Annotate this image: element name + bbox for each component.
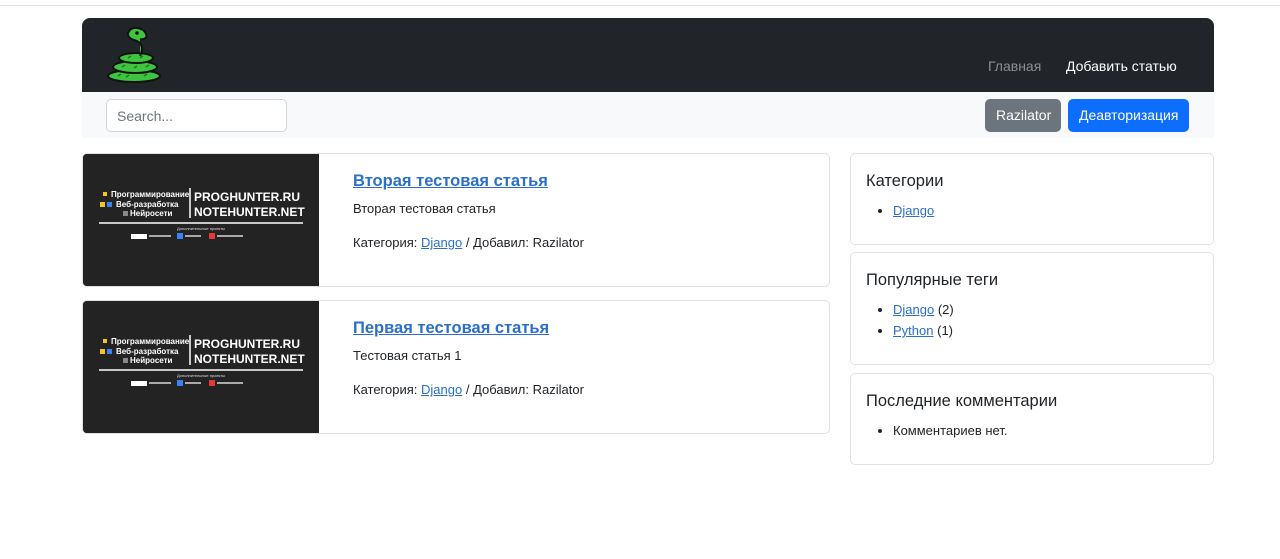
sidebar-popular-tags: Популярные теги Django (2) Python (1) xyxy=(850,252,1214,365)
categories-list: Django xyxy=(893,200,934,221)
article-author: Razilator xyxy=(532,235,584,250)
user-profile-button[interactable]: Razilator xyxy=(985,99,1061,132)
browser-top-strip xyxy=(0,0,1280,6)
thumb-site2: NOTEHUNTER.NET xyxy=(194,352,305,366)
article-card: Программирование Веб-разработка Нейросет… xyxy=(82,153,830,287)
article-thumbnail[interactable]: Программирование Веб-разработка Нейросет… xyxy=(83,154,319,286)
thumb-line1: Программирование xyxy=(111,190,190,199)
nav-home-link[interactable]: Главная xyxy=(988,58,1041,74)
comments-list: Комментариев нет. xyxy=(893,420,1007,441)
thumb-line3: Нейросети xyxy=(130,356,173,365)
article-category-link[interactable]: Django xyxy=(421,235,462,250)
article-author: Razilator xyxy=(532,382,584,397)
author-label: / Добавил: xyxy=(465,382,529,397)
category-label: Категория: xyxy=(353,235,418,250)
thumb-site1: PROGHUNTER.RU xyxy=(194,337,300,351)
category-label: Категория: xyxy=(353,382,418,397)
thumb-sub: Дополнительные проекты xyxy=(177,226,225,231)
logout-button[interactable]: Деавторизация xyxy=(1068,99,1189,132)
tags-heading: Популярные теги xyxy=(866,271,999,289)
tag-link-django[interactable]: Django xyxy=(893,302,934,317)
navbar: Главная Добавить статью xyxy=(82,18,1214,92)
thumb-sub: Дополнительные проекты xyxy=(177,373,225,378)
list-item: Комментариев нет. xyxy=(893,420,1007,441)
thumb-line2: Веб-разработка xyxy=(116,347,179,356)
toolbar: Razilator Деавторизация xyxy=(82,92,1214,138)
sidebar-categories: Категории Django xyxy=(850,153,1214,245)
article-description: Вторая тестовая статья xyxy=(353,201,496,216)
snake-logo-icon[interactable] xyxy=(104,26,166,84)
article-thumbnail[interactable]: Программирование Веб-разработка Нейросет… xyxy=(83,301,319,433)
tag-count: (2) xyxy=(937,302,954,317)
list-item: Python (1) xyxy=(893,320,954,341)
tag-count: (1) xyxy=(937,323,953,338)
list-item: Django xyxy=(893,200,934,221)
article-card: Программирование Веб-разработка Нейросет… xyxy=(82,300,830,434)
author-label: / Добавил: xyxy=(465,235,529,250)
list-item: Django (2) xyxy=(893,299,954,320)
search-input[interactable] xyxy=(106,99,287,132)
article-meta: Категория: Django / Добавил: Razilator xyxy=(353,235,584,250)
article-category-link[interactable]: Django xyxy=(421,382,462,397)
thumb-line2: Веб-разработка xyxy=(116,200,179,209)
category-link-django[interactable]: Django xyxy=(893,203,934,218)
thumb-line1: Программирование xyxy=(111,337,190,346)
thumb-site2: NOTEHUNTER.NET xyxy=(194,205,305,219)
categories-heading: Категории xyxy=(866,172,944,190)
thumb-line3: Нейросети xyxy=(130,209,173,218)
tag-link-python[interactable]: Python xyxy=(893,323,933,338)
comments-heading: Последние комментарии xyxy=(866,392,1058,410)
tags-list: Django (2) Python (1) xyxy=(893,299,954,341)
thumb-site1: PROGHUNTER.RU xyxy=(194,190,300,204)
article-description: Тестовая статья 1 xyxy=(353,348,462,363)
article-title-link[interactable]: Первая тестовая статья xyxy=(353,319,549,338)
article-title-link[interactable]: Вторая тестовая статья xyxy=(353,172,548,191)
sidebar-latest-comments: Последние комментарии Комментариев нет. xyxy=(850,373,1214,465)
article-meta: Категория: Django / Добавил: Razilator xyxy=(353,382,584,397)
nav-add-article-link[interactable]: Добавить статью xyxy=(1066,58,1177,74)
